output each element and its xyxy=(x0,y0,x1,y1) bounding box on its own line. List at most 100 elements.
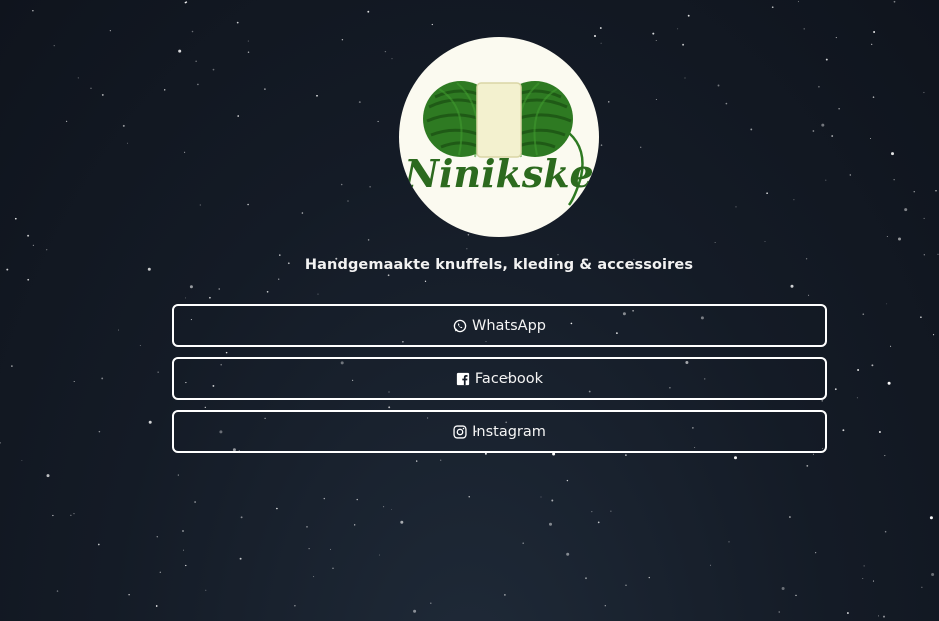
star xyxy=(790,284,794,288)
star xyxy=(812,453,814,455)
star xyxy=(849,174,851,176)
star xyxy=(308,548,310,550)
star xyxy=(185,297,187,299)
star xyxy=(98,430,101,433)
star xyxy=(122,124,125,127)
star xyxy=(73,512,75,515)
star xyxy=(872,580,875,582)
star xyxy=(247,203,249,206)
star xyxy=(468,496,470,498)
star xyxy=(883,615,885,618)
star xyxy=(377,120,379,123)
star xyxy=(684,77,686,79)
star xyxy=(53,45,55,47)
star xyxy=(163,89,166,91)
star xyxy=(625,454,627,456)
star xyxy=(52,514,54,517)
star xyxy=(884,455,886,457)
star xyxy=(862,313,865,316)
star xyxy=(764,241,766,243)
star xyxy=(557,254,559,256)
star xyxy=(11,365,13,367)
instagram-label: Instagram xyxy=(472,423,546,440)
star xyxy=(857,369,860,371)
star xyxy=(358,101,361,104)
star xyxy=(195,60,197,62)
star xyxy=(56,590,59,592)
instagram-icon xyxy=(453,424,467,439)
star xyxy=(735,206,737,208)
star xyxy=(128,594,130,596)
star xyxy=(440,459,442,461)
star xyxy=(831,135,834,137)
star xyxy=(278,278,280,280)
star xyxy=(923,217,925,219)
star xyxy=(937,253,939,255)
star xyxy=(354,524,356,526)
star xyxy=(873,31,876,33)
star xyxy=(540,496,542,498)
star xyxy=(821,400,823,402)
star xyxy=(178,49,182,53)
star xyxy=(893,179,895,181)
star xyxy=(329,548,331,550)
star xyxy=(648,576,650,579)
star xyxy=(856,397,858,399)
star xyxy=(191,30,194,33)
star xyxy=(835,37,837,39)
star xyxy=(247,51,250,54)
star xyxy=(890,345,892,347)
instagram-button[interactable]: Instagram xyxy=(172,410,827,453)
star xyxy=(921,586,923,588)
star xyxy=(871,364,874,367)
star xyxy=(920,316,922,319)
star xyxy=(878,615,879,617)
star xyxy=(904,208,908,212)
star xyxy=(391,509,392,510)
star xyxy=(597,521,600,524)
star xyxy=(367,239,370,241)
whatsapp-icon xyxy=(453,319,467,333)
star xyxy=(199,204,201,206)
star xyxy=(923,91,925,94)
star xyxy=(652,32,655,35)
star xyxy=(838,108,840,110)
star xyxy=(70,514,72,516)
star xyxy=(21,460,23,461)
star xyxy=(347,200,349,202)
star xyxy=(205,589,207,591)
star xyxy=(27,234,30,237)
star xyxy=(878,431,881,433)
star xyxy=(818,85,820,88)
star xyxy=(504,594,506,596)
star xyxy=(793,199,795,201)
star xyxy=(766,192,768,195)
star xyxy=(599,27,602,29)
star xyxy=(655,98,657,100)
star xyxy=(467,234,470,236)
star xyxy=(27,278,30,281)
star xyxy=(240,516,243,519)
star xyxy=(237,115,240,117)
yarn-logo: Ninikske xyxy=(403,81,594,206)
star xyxy=(101,377,104,380)
star xyxy=(379,554,381,556)
star xyxy=(177,474,179,476)
star xyxy=(862,577,864,579)
star xyxy=(466,248,468,250)
star xyxy=(923,254,925,256)
star xyxy=(204,406,206,408)
star xyxy=(424,280,427,282)
star xyxy=(884,530,887,533)
star xyxy=(157,371,159,373)
star xyxy=(549,522,552,526)
star xyxy=(185,564,187,567)
star xyxy=(383,506,385,508)
star xyxy=(212,68,215,71)
whatsapp-button[interactable]: WhatsApp xyxy=(172,304,827,347)
facebook-button[interactable]: Facebook xyxy=(172,357,827,400)
star xyxy=(682,43,685,46)
star xyxy=(118,329,119,331)
star xyxy=(109,30,111,32)
star xyxy=(194,501,196,503)
